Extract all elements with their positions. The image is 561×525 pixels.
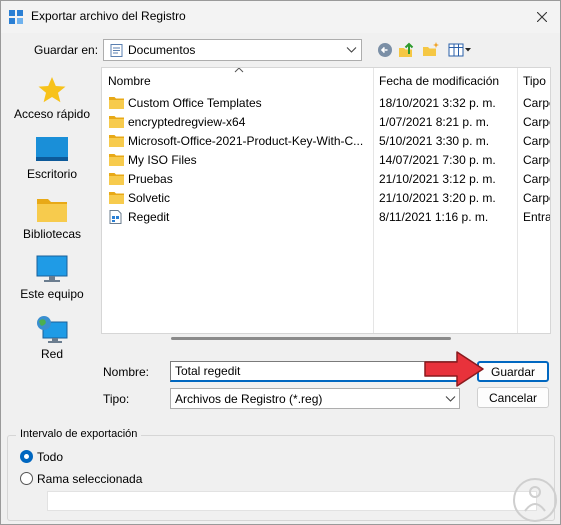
solvetic-watermark-logo <box>513 478 557 522</box>
folder-icon <box>109 173 124 185</box>
up-folder-button[interactable] <box>397 41 417 59</box>
file-date: 18/10/2021 3:32 p. m. <box>379 96 496 110</box>
column-header-type[interactable]: Tipo <box>523 74 546 88</box>
table-row[interactable]: Microsoft-Office-2021-Product-Key-With-C… <box>102 131 550 150</box>
view-grid-icon <box>448 43 471 57</box>
libraries-icon <box>37 199 67 222</box>
file-date: 21/10/2021 3:12 p. m. <box>379 172 496 186</box>
save-in-label: Guardar en: <box>34 43 99 57</box>
registry-file-icon <box>109 210 122 224</box>
documents-folder-icon <box>110 44 123 57</box>
close-button[interactable] <box>529 5 555 29</box>
radio-selected-branch[interactable] <box>20 472 33 485</box>
file-name-label: Nombre: <box>103 365 150 379</box>
cancel-button[interactable]: Cancelar <box>477 387 549 408</box>
title-bar: Exportar archivo del Registro <box>1 1 560 33</box>
file-name-input[interactable] <box>170 361 460 382</box>
table-row[interactable]: Solvetic 21/10/2021 3:20 p. m. Carpe <box>102 188 550 207</box>
table-row[interactable]: Regedit 8/11/2021 1:16 p. m. Entra <box>102 207 551 226</box>
sort-ascending-icon <box>234 68 244 73</box>
file-type-value: Archivos de Registro (*.reg) <box>175 392 323 406</box>
place-label: Bibliotecas <box>22 227 82 241</box>
file-date: 5/10/2021 3:30 p. m. <box>379 134 490 148</box>
annotation-arrow-icon <box>424 351 484 387</box>
regedit-app-icon <box>9 10 23 24</box>
location-dropdown[interactable]: Documentos <box>103 39 362 61</box>
file-type: Carpe <box>523 172 550 186</box>
place-libraries[interactable]: Bibliotecas <box>7 195 97 241</box>
horizontal-scrollbar[interactable] <box>101 334 551 343</box>
scrollbar-thumb[interactable] <box>171 337 451 340</box>
table-row[interactable]: Pruebas 21/10/2021 3:12 p. m. Carpe <box>102 169 550 188</box>
place-label: Acceso rápido <box>13 107 91 121</box>
window-title: Exportar archivo del Registro <box>31 9 186 23</box>
back-arrow-icon <box>378 43 392 57</box>
file-date: 1/07/2021 8:21 p. m. <box>379 115 490 129</box>
place-label: Escritorio <box>26 167 77 181</box>
table-row[interactable]: Custom Office Templates 18/10/2021 3:32 … <box>102 93 550 112</box>
radio-all[interactable] <box>20 450 33 463</box>
place-this-pc[interactable]: Este equipo <box>7 255 97 301</box>
export-range-title: Intervalo de exportación <box>16 428 142 440</box>
new-folder-button[interactable] <box>421 41 441 59</box>
column-header-name[interactable]: Nombre <box>108 74 151 88</box>
file-date: 21/10/2021 3:20 p. m. <box>379 191 496 205</box>
computer-icon <box>36 255 68 282</box>
export-registry-dialog: Exportar archivo del Registro Guardar en… <box>0 0 561 525</box>
network-icon <box>37 316 68 343</box>
file-name: Microsoft-Office-2021-Product-Key-With-C… <box>128 134 364 148</box>
column-header-date[interactable]: Fecha de modificación <box>379 74 499 88</box>
folder-icon <box>109 97 124 109</box>
folder-icon <box>109 154 124 166</box>
back-button[interactable] <box>375 41 395 59</box>
file-name: Custom Office Templates <box>128 96 262 110</box>
save-button[interactable]: Guardar <box>477 361 549 382</box>
folder-icon <box>109 116 124 128</box>
places-bar: Acceso rápido Escritorio Bibliotecas Est… <box>7 67 97 401</box>
file-type-dropdown[interactable]: Archivos de Registro (*.reg) <box>170 388 460 409</box>
location-value: Documentos <box>128 43 196 57</box>
radio-selected-branch-label[interactable]: Rama seleccionada <box>37 472 142 486</box>
file-type: Carpe <box>523 191 550 205</box>
place-label: Red <box>40 347 63 361</box>
file-type: Carpe <box>523 153 550 167</box>
file-type: Carpe <box>523 96 550 110</box>
file-type: Carpe <box>523 134 550 148</box>
view-menu-button[interactable] <box>447 41 473 59</box>
place-label: Este equipo <box>20 287 84 301</box>
folder-icon <box>109 192 124 204</box>
star-icon <box>38 77 66 103</box>
file-name: Pruebas <box>128 172 173 186</box>
file-type-label: Tipo: <box>103 392 130 406</box>
place-quick-access[interactable]: Acceso rápido <box>7 75 97 121</box>
file-name: encryptedregview-x64 <box>128 115 246 129</box>
table-row[interactable]: encryptedregview-x64 1/07/2021 8:21 p. m… <box>102 112 550 131</box>
desktop-icon <box>36 137 68 161</box>
place-network[interactable]: Red <box>7 315 97 361</box>
file-date: 14/07/2021 7:30 p. m. <box>379 153 496 167</box>
file-name: Regedit <box>128 210 170 224</box>
selected-branch-field[interactable] <box>47 491 537 511</box>
chevron-down-icon <box>445 396 456 402</box>
file-date: 8/11/2021 1:16 p. m. <box>379 210 489 224</box>
new-folder-icon <box>423 42 439 56</box>
file-name: My ISO Files <box>128 153 197 167</box>
file-type: Entra <box>523 210 551 224</box>
radio-all-label[interactable]: Todo <box>37 450 63 464</box>
close-icon <box>537 12 547 22</box>
file-name: Solvetic <box>128 191 171 205</box>
table-row[interactable]: My ISO Files 14/07/2021 7:30 p. m. Carpe <box>102 150 550 169</box>
file-type: Carpe <box>523 115 550 129</box>
up-folder-icon <box>399 42 414 57</box>
chevron-down-icon <box>346 47 357 53</box>
folder-icon <box>109 135 124 147</box>
file-list[interactable]: Nombre Fecha de modificación Tipo Custom… <box>101 67 551 334</box>
place-desktop[interactable]: Escritorio <box>7 135 97 181</box>
